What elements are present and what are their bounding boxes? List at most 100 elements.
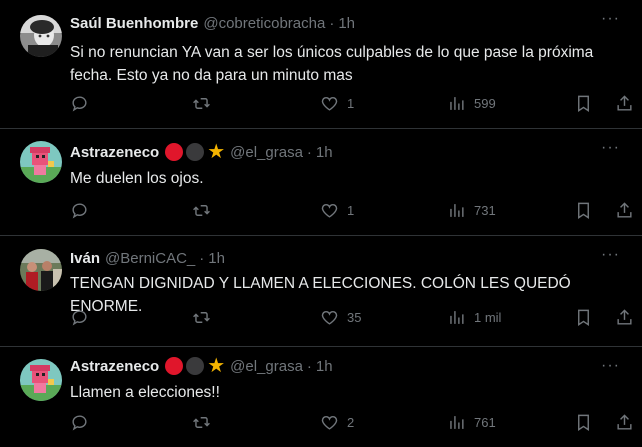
like-count: 1 bbox=[347, 203, 355, 218]
like-button[interactable]: 1 bbox=[320, 94, 354, 113]
heart-icon bbox=[321, 415, 338, 430]
separator-dot: · bbox=[306, 143, 312, 161]
reply-button[interactable] bbox=[70, 201, 89, 220]
like-count: 1 bbox=[347, 96, 355, 111]
reply-button[interactable] bbox=[70, 308, 89, 327]
share-button[interactable] bbox=[615, 413, 634, 432]
profile-badges: ★ bbox=[165, 141, 226, 163]
reply-icon bbox=[72, 310, 87, 326]
bookmark-button[interactable] bbox=[574, 201, 593, 220]
views-icon bbox=[450, 311, 464, 324]
timestamp[interactable]: 1h bbox=[316, 358, 333, 375]
avatar[interactable] bbox=[20, 359, 62, 401]
more-options-icon[interactable]: ··· bbox=[601, 357, 620, 375]
views-button[interactable]: 599 bbox=[447, 94, 496, 113]
retweet-button[interactable] bbox=[192, 413, 211, 432]
avatar[interactable] bbox=[20, 15, 62, 57]
like-button[interactable]: 35 bbox=[320, 308, 361, 327]
tweet-actions: 35 1 mil bbox=[70, 308, 632, 330]
reply-button[interactable] bbox=[70, 413, 89, 432]
profile-badges: ★ bbox=[165, 355, 226, 377]
author-handle[interactable]: @el_grasa bbox=[230, 144, 303, 161]
tweet-header: Astrazeneco ★ @el_grasa · 1h bbox=[70, 141, 333, 163]
black-circle-icon bbox=[186, 357, 205, 375]
avatar[interactable] bbox=[20, 141, 62, 183]
view-count: 761 bbox=[474, 415, 496, 430]
retweet-icon bbox=[193, 417, 210, 428]
author-handle[interactable]: @cobreticobracha bbox=[203, 15, 325, 32]
tweet-text: Llamen a elecciones!! bbox=[70, 384, 220, 401]
view-count: 1 mil bbox=[474, 310, 502, 325]
bookmark-button[interactable] bbox=[574, 308, 593, 327]
reply-icon bbox=[72, 96, 87, 112]
views-button[interactable]: 761 bbox=[447, 413, 496, 432]
tweet-actions: 1 731 bbox=[70, 201, 632, 223]
timestamp[interactable]: 1h bbox=[316, 144, 333, 161]
tweet[interactable]: Astrazeneco ★ @el_grasa · 1h ··· Me duel… bbox=[0, 129, 642, 236]
tweet[interactable]: Astrazeneco ★ @el_grasa · 1h ··· Llamen … bbox=[0, 347, 642, 447]
share-icon bbox=[617, 309, 632, 325]
red-circle-icon bbox=[165, 143, 184, 161]
like-button[interactable]: 1 bbox=[320, 201, 354, 220]
star-icon: ★ bbox=[207, 355, 226, 377]
retweet-icon bbox=[193, 205, 210, 216]
reply-icon bbox=[72, 415, 87, 431]
tweet-actions: 1 599 bbox=[70, 94, 632, 116]
retweet-icon bbox=[193, 312, 210, 323]
view-count: 599 bbox=[474, 96, 496, 111]
author-name[interactable]: Saúl Buenhombre bbox=[70, 15, 198, 32]
views-icon bbox=[450, 204, 464, 217]
separator-dot: · bbox=[329, 15, 335, 32]
heart-icon bbox=[321, 310, 338, 325]
author-name[interactable]: Astrazeneco bbox=[70, 144, 159, 161]
timestamp[interactable]: 1h bbox=[208, 250, 225, 267]
retweet-button[interactable] bbox=[192, 308, 211, 327]
more-options-icon[interactable]: ··· bbox=[601, 139, 620, 157]
bookmark-button[interactable] bbox=[574, 413, 593, 432]
view-count: 731 bbox=[474, 203, 496, 218]
tweet-header: Astrazeneco ★ @el_grasa · 1h bbox=[70, 355, 333, 377]
reply-button[interactable] bbox=[70, 94, 89, 113]
tweet-text: Me duelen los ojos. bbox=[70, 170, 204, 187]
views-icon bbox=[450, 416, 464, 429]
heart-icon bbox=[321, 203, 338, 218]
separator-dot: · bbox=[306, 357, 312, 375]
avatar[interactable] bbox=[20, 249, 62, 291]
bookmark-icon bbox=[578, 309, 589, 326]
black-circle-icon bbox=[186, 143, 205, 161]
bookmark-button[interactable] bbox=[574, 94, 593, 113]
retweet-button[interactable] bbox=[192, 201, 211, 220]
author-handle[interactable]: @el_grasa bbox=[230, 358, 303, 375]
author-name[interactable]: Astrazeneco bbox=[70, 358, 159, 375]
bookmark-icon bbox=[578, 95, 589, 112]
bookmark-icon bbox=[578, 414, 589, 431]
views-button[interactable]: 1 mil bbox=[447, 308, 501, 327]
author-handle[interactable]: @BerniCAC_ bbox=[105, 250, 195, 267]
more-options-icon[interactable]: ··· bbox=[601, 246, 620, 264]
tweet-text: Si no renuncian YA van a ser los únicos … bbox=[70, 44, 594, 84]
like-button[interactable]: 2 bbox=[320, 413, 354, 432]
tweet[interactable]: Saúl Buenhombre @cobreticobracha · 1h ··… bbox=[0, 0, 642, 129]
tweet-actions: 2 761 bbox=[70, 413, 632, 435]
share-button[interactable] bbox=[615, 94, 634, 113]
share-icon bbox=[617, 414, 632, 430]
star-icon: ★ bbox=[207, 141, 226, 163]
heart-icon bbox=[321, 96, 338, 111]
like-count: 35 bbox=[347, 310, 362, 325]
share-button[interactable] bbox=[615, 308, 634, 327]
tweet[interactable]: Iván @BerniCAC_ · 1h ··· TENGAN DIGNIDAD… bbox=[0, 236, 642, 347]
retweet-button[interactable] bbox=[192, 94, 211, 113]
author-name[interactable]: Iván bbox=[70, 250, 100, 267]
retweet-icon bbox=[193, 98, 210, 109]
bookmark-icon bbox=[578, 202, 589, 219]
separator-dot: · bbox=[199, 250, 205, 267]
timestamp[interactable]: 1h bbox=[338, 15, 355, 32]
tweet-header: Saúl Buenhombre @cobreticobracha · 1h bbox=[70, 15, 355, 32]
reply-icon bbox=[72, 203, 87, 219]
views-button[interactable]: 731 bbox=[447, 201, 496, 220]
more-options-icon[interactable]: ··· bbox=[601, 10, 620, 28]
share-icon bbox=[617, 202, 632, 218]
tweet-header: Iván @BerniCAC_ · 1h bbox=[70, 250, 225, 267]
share-button[interactable] bbox=[615, 201, 634, 220]
share-icon bbox=[617, 95, 632, 111]
